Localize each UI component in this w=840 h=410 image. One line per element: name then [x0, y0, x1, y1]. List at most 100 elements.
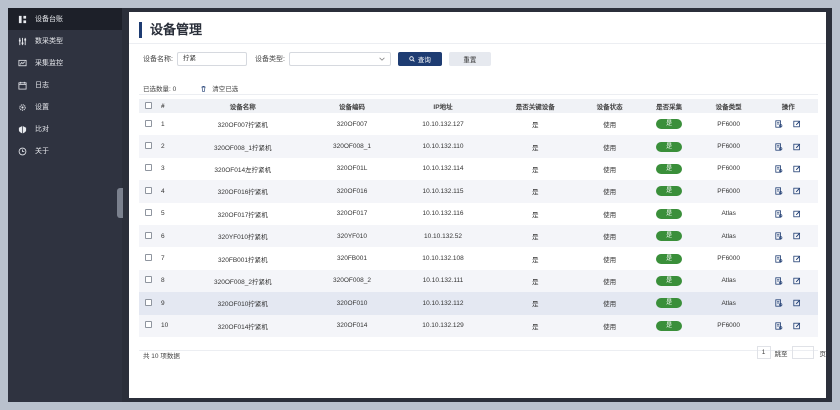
clear-selection-button[interactable]: 清空已选 [200, 83, 238, 93]
table-row[interactable]: 6 320YF010拧紧机 320YF010 10.10.132.52 是 使用 是 Atla… [139, 224, 818, 248]
row-checkbox[interactable] [144, 142, 152, 150]
table-row[interactable]: 1 320OF007拧紧机 320OF007 10.10.132.127 是 使用 是 PF6… [139, 113, 818, 135]
view-detail-icon[interactable] [775, 299, 783, 307]
edit-icon[interactable] [793, 322, 801, 330]
cell-ip: 10.10.132.52 [424, 232, 462, 240]
cell-collect: 是 [639, 270, 699, 292]
collect-badge: 是 [656, 320, 683, 331]
device-name-label: 设备名称: [143, 56, 173, 63]
collect-badge: 是 [656, 186, 683, 197]
cell-collect: 是 [639, 158, 699, 180]
cell-key: 是 [531, 189, 539, 197]
cell-collect: 是 [639, 292, 699, 314]
edit-icon[interactable] [793, 277, 801, 285]
edit-icon[interactable] [793, 120, 801, 128]
row-checkbox[interactable] [144, 186, 152, 194]
cell-collect: 是 [639, 247, 699, 269]
page-unit-label: 页 [819, 350, 827, 358]
row-checkbox[interactable] [144, 276, 152, 284]
cell-collect: 是 [639, 135, 699, 157]
cell-type: Atlas [721, 277, 736, 285]
view-detail-icon[interactable] [775, 210, 783, 218]
view-detail-icon[interactable] [775, 165, 783, 173]
cell-name: 320OF010拧紧机 [217, 301, 268, 309]
cell-name: 320OF017拧紧机 [217, 211, 268, 219]
jump-label: 跳至 [774, 350, 788, 358]
cell-status: 使用 [603, 144, 617, 152]
collect-badge: 是 [656, 208, 683, 219]
view-detail-icon[interactable] [775, 254, 783, 263]
row-checkbox[interactable] [144, 209, 152, 217]
row-checkbox[interactable] [144, 164, 152, 172]
table-row[interactable]: 5 320OF017拧紧机 320OF017 10.10.132.116 是 使用 是 Atl… [139, 203, 818, 225]
row-checkbox[interactable] [144, 119, 152, 127]
cell-key: 是 [531, 323, 539, 331]
cell-actions [758, 225, 818, 247]
row-select-cell [139, 158, 157, 180]
row-select-cell [139, 113, 157, 135]
table-row[interactable]: 9 320OF010拧紧机 320OF010 10.10.132.112 是 使用 是 Atl… [139, 292, 818, 315]
cell-code: 320OF016 [336, 187, 368, 195]
row-checkbox[interactable] [144, 321, 152, 329]
row-checkbox[interactable] [144, 231, 152, 239]
sidebar-item-0[interactable]: 设备台账 [8, 8, 122, 30]
row-checkbox[interactable] [144, 298, 152, 306]
table-row[interactable]: 7 320FB001拧紧机 320FB001 10.10.132.108 是 使用 是 PF6… [139, 247, 818, 269]
sidebar-item-6[interactable]: 关于 [8, 140, 122, 162]
gear-icon [18, 103, 27, 112]
sidebar-item-2[interactable]: 采集监控 [8, 52, 122, 74]
cell-ip: 10.10.132.111 [422, 277, 464, 285]
sidebar-item-5[interactable]: 比对 [8, 118, 122, 140]
cell-actions [758, 113, 818, 135]
edit-icon[interactable] [793, 143, 801, 151]
search-button[interactable]: 查询 [397, 52, 442, 66]
view-detail-icon[interactable] [775, 120, 783, 128]
jump-page-input[interactable] [791, 346, 814, 359]
table-row[interactable]: 4 320OF016拧紧机 320OF016 10.10.132.115 是 使用 是 PF6… [139, 180, 818, 203]
cell-key: 是 [531, 211, 539, 219]
row-number: 9 [161, 299, 165, 307]
sidebar-item-label: 设备台账 [35, 16, 63, 23]
cell-name: 320OF008_1拧紧机 [214, 144, 272, 152]
view-detail-icon[interactable] [775, 142, 783, 151]
cell-actions [758, 158, 818, 180]
collect-badge: 是 [656, 141, 683, 152]
sidebar-item-4[interactable]: 设置 [8, 96, 122, 118]
edit-icon[interactable] [793, 232, 801, 240]
cell-type: PF6000 [717, 255, 741, 263]
cell-type: Atlas [721, 299, 736, 307]
row-select-cell [139, 203, 157, 225]
row-select-cell [139, 270, 157, 292]
main-panel: 设备管理 设备名称: 拧紧 设备类型: 查询 重置 已选数量: 0 清空已选 #… [129, 12, 826, 398]
view-detail-icon[interactable] [775, 322, 783, 330]
view-detail-icon[interactable] [775, 277, 783, 285]
edit-icon[interactable] [793, 187, 801, 195]
view-detail-icon[interactable] [775, 187, 783, 195]
device-type-select[interactable] [288, 52, 391, 66]
page-number-button[interactable]: 1 [756, 346, 771, 359]
row-select-cell [139, 315, 157, 337]
view-detail-icon[interactable] [775, 232, 783, 240]
edit-icon[interactable] [793, 165, 801, 173]
table-row[interactable]: 2 320OF008_1拧紧机 320OF008_1 10.10.132.110 是 使用… [139, 135, 818, 158]
reset-button[interactable]: 重置 [448, 52, 491, 66]
table-row[interactable]: 8 320OF008_2拧紧机 320OF008_2 10.10.132.111 是 使用… [139, 269, 818, 293]
row-number: 1 [161, 120, 165, 128]
edit-icon[interactable] [793, 255, 801, 263]
table-row[interactable]: 10 320OF014拧紧机 320OF014 10.10.132.129 是 使用 是 PF… [139, 314, 818, 337]
edit-icon[interactable] [793, 299, 801, 307]
sidebar-collapse-handle[interactable] [117, 188, 123, 218]
sidebar-item-1[interactable]: 数采类型 [8, 30, 122, 52]
table-row[interactable]: 3 320OF014左拧紧机 320OF01L 10.10.132.114 是 使用 是 PF… [139, 158, 818, 180]
select-all-checkbox[interactable] [144, 101, 152, 109]
device-name-input[interactable]: 拧紧 [176, 52, 247, 66]
edit-icon[interactable] [793, 210, 801, 218]
collect-badge: 是 [656, 119, 683, 130]
cell-ip: 10.10.132.112 [422, 299, 464, 307]
row-number: 4 [161, 187, 165, 195]
cell-actions [758, 292, 818, 314]
cell-status: 使用 [603, 323, 617, 331]
sidebar-item-3[interactable]: 日志 [8, 74, 122, 96]
row-checkbox[interactable] [144, 254, 152, 262]
cell-ip: 10.10.132.129 [422, 322, 464, 330]
